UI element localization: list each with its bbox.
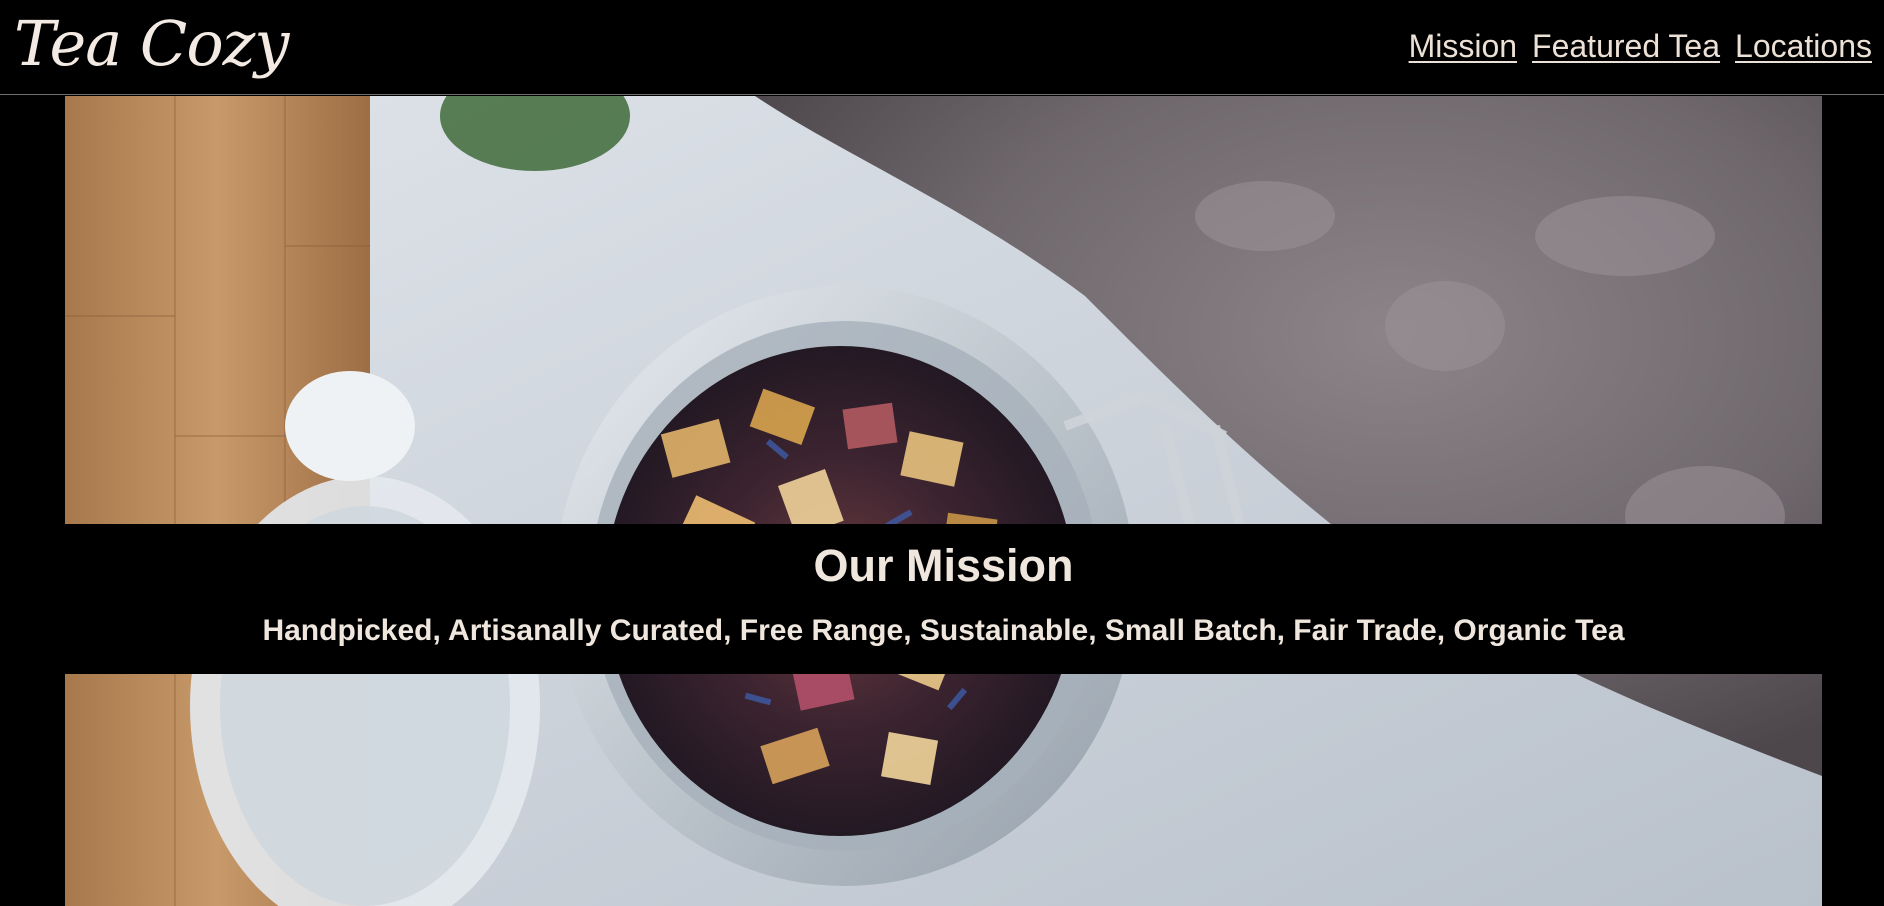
- mission-title: Our Mission: [813, 540, 1074, 591]
- nav-link-locations[interactable]: Locations: [1735, 22, 1872, 70]
- main-nav: Mission Featured Tea Locations: [1409, 22, 1872, 70]
- site-header: Tea Cozy Mission Featured Tea Locations: [0, 0, 1884, 95]
- nav-link-featured-tea[interactable]: Featured Tea: [1532, 22, 1720, 70]
- mission-statement: Handpicked, Artisanally Curated, Free Ra…: [262, 614, 1625, 647]
- nav-link-mission[interactable]: Mission: [1409, 22, 1517, 70]
- logo[interactable]: Tea Cozy: [14, 4, 289, 84]
- hero-image: [65, 96, 1822, 906]
- mission-section: Our Mission Handpicked, Artisanally Cura…: [65, 524, 1822, 674]
- tea-jar-photo: [65, 96, 1822, 906]
